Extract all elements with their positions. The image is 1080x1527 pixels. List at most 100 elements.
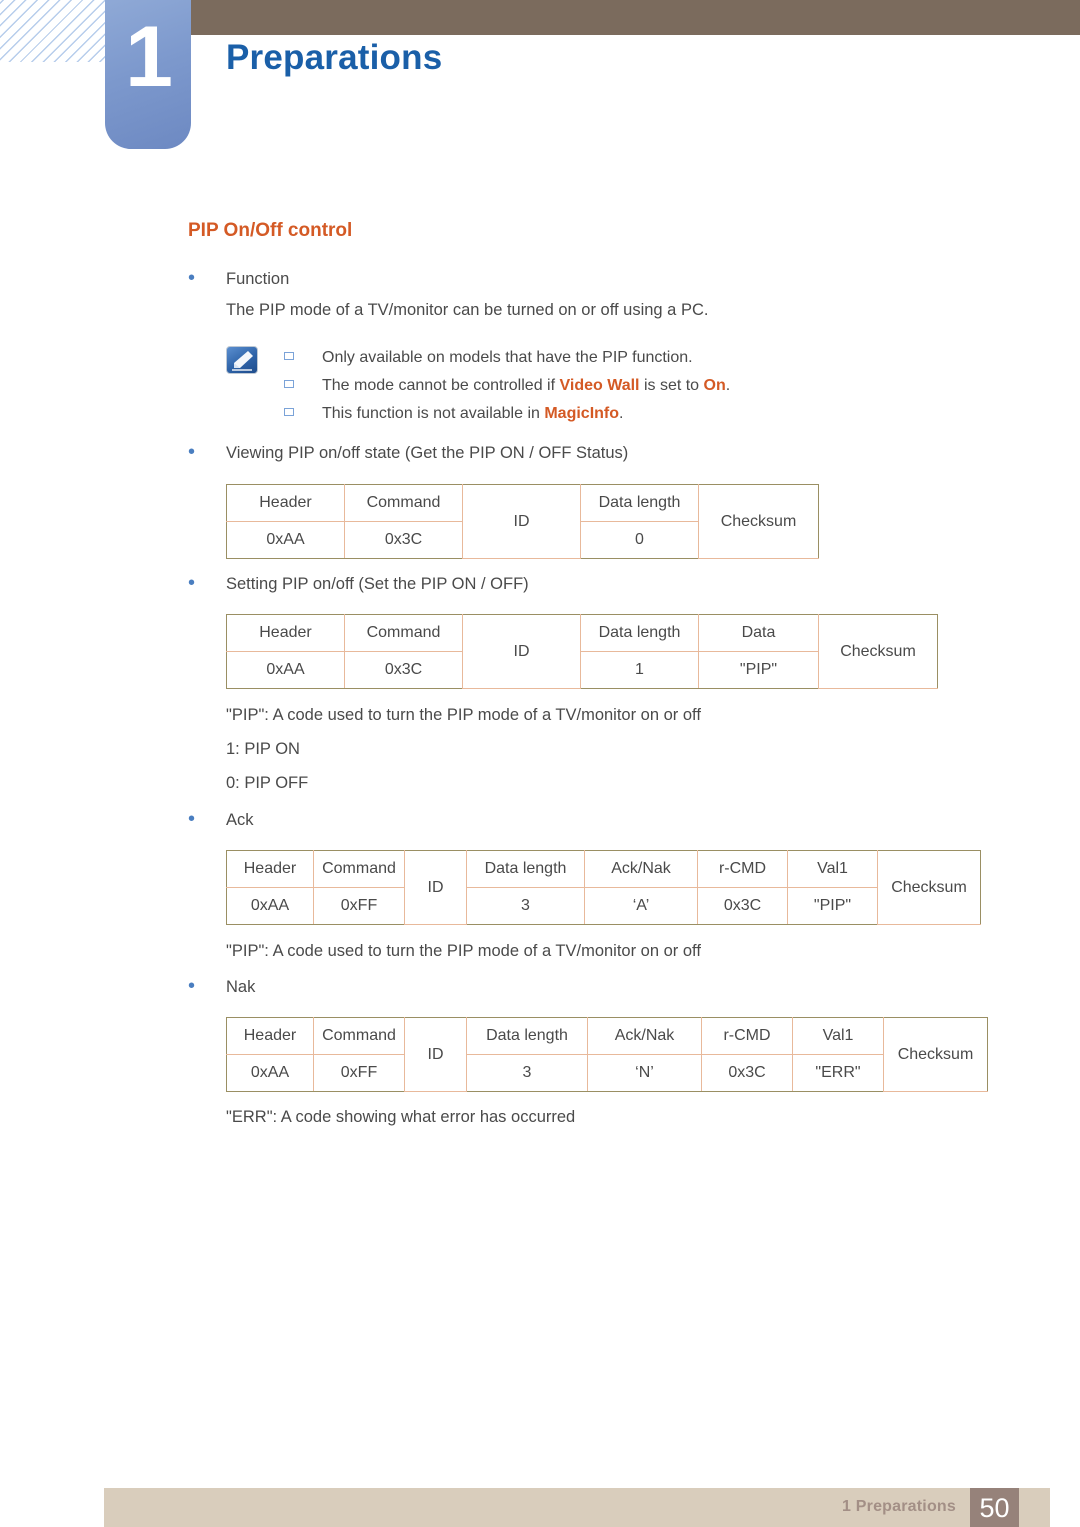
pip-on-value: 1: PIP ON (226, 740, 300, 758)
table-row: 0xAA 0xFF 3 ‘N’ 0x3C "ERR" (226, 1054, 988, 1092)
cell-header-value: 0xAA (226, 521, 345, 559)
cell-datalength-label: Data length (466, 850, 585, 888)
cell-rcmd-value: 0x3C (701, 1054, 793, 1092)
cell-datalength-value: 0 (580, 521, 699, 559)
note-box: Only available on models that have the P… (226, 344, 846, 428)
cell-id-label: ID (462, 484, 581, 559)
pip-off-value: 0: PIP OFF (226, 774, 309, 792)
decorative-hatch-pattern (0, 0, 112, 62)
footer-page-number: 50 (979, 1493, 1010, 1523)
cell-rcmd-label: r-CMD (701, 1017, 793, 1055)
cell-header-value: 0xAA (226, 651, 345, 689)
bullet-item-setting: Setting PIP on/off (Set the PIP ON / OFF… (188, 573, 529, 595)
bullet-item-viewing: Viewing PIP on/off state (Get the PIP ON… (188, 442, 628, 464)
cell-checksum-label: Checksum (698, 484, 819, 559)
cell-val1-value: "ERR" (792, 1054, 884, 1092)
cell-val1-label: Val1 (787, 850, 878, 888)
document-page: 1 Preparations PIP On/Off control Functi… (0, 0, 1080, 1527)
cell-id-label: ID (404, 850, 467, 925)
bullet-label-setting: Setting PIP on/off (Set the PIP ON / OFF… (226, 575, 529, 593)
table-row: Header Command ID Data length Ack/Nak r-… (226, 1017, 988, 1092)
square-bullet-icon (284, 352, 294, 360)
cell-command-label: Command (344, 484, 463, 522)
cell-command-value: 0xFF (313, 887, 405, 925)
bullet-label-viewing: Viewing PIP on/off state (Get the PIP ON… (226, 444, 629, 462)
table-row: 0xAA 0xFF 3 ‘A’ 0x3C "PIP" (226, 887, 981, 925)
note-item-text: This function is not available in MagicI… (322, 405, 624, 422)
bullet-icon (188, 573, 202, 593)
note-pencil-icon (226, 346, 258, 374)
cell-data-label: Data (698, 614, 819, 652)
cell-command-value: 0x3C (344, 651, 463, 689)
note-item: Only available on models that have the P… (284, 344, 846, 372)
cell-id-label: ID (462, 614, 581, 689)
note-item-text: Only available on models that have the P… (322, 349, 693, 366)
bullet-item-ack: Ack (188, 809, 254, 831)
cell-acknak-label: Ack/Nak (584, 850, 698, 888)
page-title: Preparations (226, 38, 443, 77)
cell-val1-label: Val1 (792, 1017, 884, 1055)
cell-datalength-label: Data length (580, 614, 699, 652)
pip-code-description: "PIP": A code used to turn the PIP mode … (226, 706, 701, 724)
table-row: Header Command ID Data length Data Check… (226, 614, 938, 689)
ack-code-description: "PIP": A code used to turn the PIP mode … (226, 942, 701, 960)
cell-checksum-label: Checksum (883, 1017, 988, 1092)
cell-command-label: Command (344, 614, 463, 652)
section-title: PIP On/Off control (188, 220, 353, 241)
cell-acknak-value: ‘A’ (584, 887, 698, 925)
highlight-on: On (703, 377, 726, 394)
cell-checksum-label: Checksum (877, 850, 981, 925)
cell-datalength-value: 3 (466, 1054, 588, 1092)
cell-acknak-label: Ack/Nak (587, 1017, 702, 1055)
note-item: This function is not available in MagicI… (284, 400, 846, 428)
cell-datalength-value: 3 (466, 887, 585, 925)
square-bullet-icon (284, 408, 294, 416)
cell-checksum-label: Checksum (818, 614, 938, 689)
note-item: The mode cannot be controlled if Video W… (284, 372, 846, 400)
cell-datalength-label: Data length (466, 1017, 588, 1055)
cell-header-value: 0xAA (226, 887, 314, 925)
bullet-icon (188, 809, 202, 829)
bullet-icon (188, 976, 202, 996)
cell-command-label: Command (313, 1017, 405, 1055)
cell-acknak-value: ‘N’ (587, 1054, 702, 1092)
footer-chapter-label: 1 Preparations (842, 1498, 956, 1515)
cell-id-label: ID (404, 1017, 467, 1092)
highlight-magicinfo: MagicInfo (544, 405, 620, 422)
note-item-text: The mode cannot be controlled if Video W… (322, 377, 731, 394)
cell-header-label: Header (226, 1017, 314, 1055)
square-bullet-icon (284, 380, 294, 388)
cell-header-label: Header (226, 484, 345, 522)
cell-datalength-value: 1 (580, 651, 699, 689)
table-row: Header Command ID Data length Checksum (226, 484, 819, 559)
note-list: Only available on models that have the P… (284, 344, 846, 428)
cell-command-label: Command (313, 850, 405, 888)
table-row: Header Command ID Data length Ack/Nak r-… (226, 850, 981, 925)
bullet-item-function: Function (188, 268, 289, 290)
cell-command-value: 0x3C (344, 521, 463, 559)
bullet-label-function: Function (226, 270, 290, 288)
highlight-video-wall: Video Wall (559, 377, 640, 394)
bullet-item-nak: Nak (188, 976, 255, 998)
nak-table: Header Command ID Data length Ack/Nak r-… (226, 1017, 988, 1092)
get-pip-status-table: Header Command ID Data length Checksum 0… (226, 484, 819, 559)
cell-val1-value: "PIP" (787, 887, 878, 925)
chapter-number: 1 (125, 9, 173, 105)
cell-command-value: 0xFF (313, 1054, 405, 1092)
header-bar (190, 0, 1080, 35)
cell-rcmd-value: 0x3C (697, 887, 788, 925)
bullet-icon (188, 268, 202, 288)
cell-data-value: "PIP" (698, 651, 819, 689)
cell-datalength-label: Data length (580, 484, 699, 522)
function-description: The PIP mode of a TV/monitor can be turn… (226, 301, 709, 319)
bullet-label-nak: Nak (226, 978, 256, 996)
err-code-description: "ERR": A code showing what error has occ… (226, 1108, 576, 1126)
bullet-icon (188, 442, 202, 462)
cell-header-value: 0xAA (226, 1054, 314, 1092)
ack-table: Header Command ID Data length Ack/Nak r-… (226, 850, 981, 925)
cell-rcmd-label: r-CMD (697, 850, 788, 888)
cell-header-label: Header (226, 614, 345, 652)
cell-header-label: Header (226, 850, 314, 888)
set-pip-table: Header Command ID Data length Data Check… (226, 614, 938, 689)
bullet-label-ack: Ack (226, 811, 254, 829)
